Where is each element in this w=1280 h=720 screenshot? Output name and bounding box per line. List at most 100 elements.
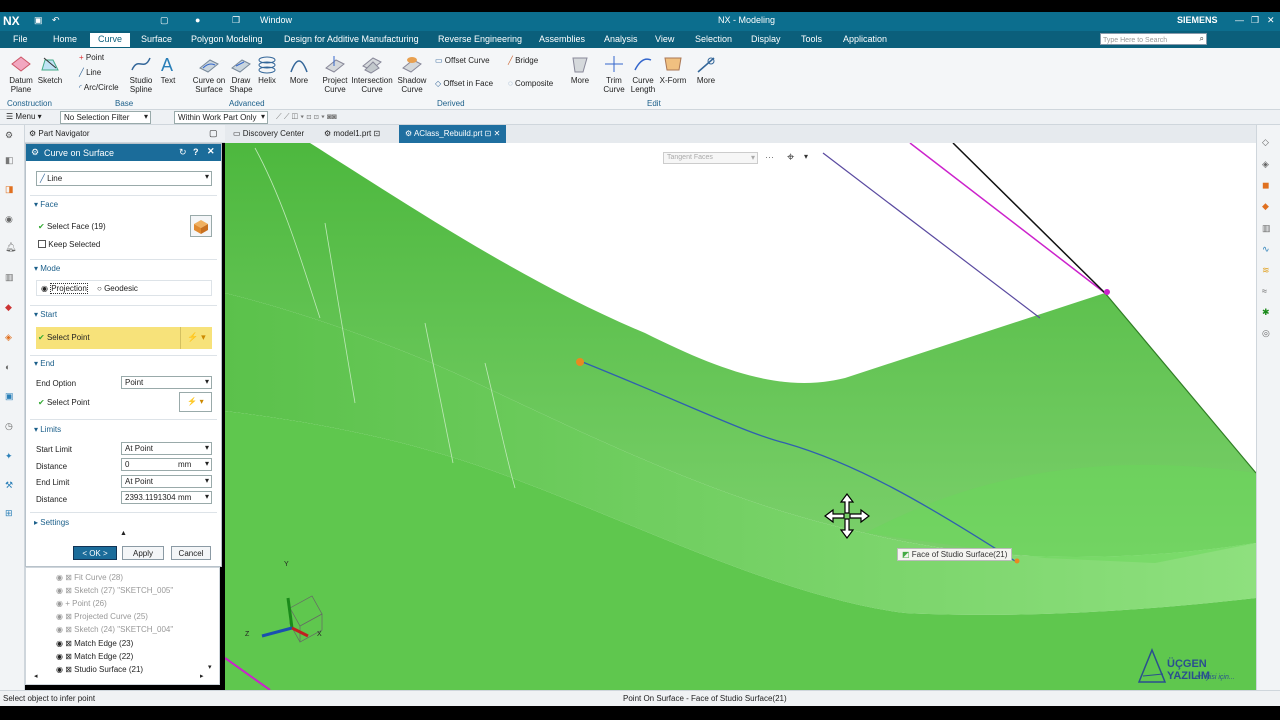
dialog-close-icon[interactable]: ✕ — [207, 146, 215, 157]
apply-button[interactable]: Apply — [122, 546, 164, 560]
reuse-library-icon[interactable]: ▥ — [5, 272, 19, 286]
menu-reverse-engineering[interactable]: Reverse Engineering — [438, 34, 522, 44]
menu-button[interactable]: ☰ Menu ▾ — [6, 112, 42, 121]
model-canvas[interactable] — [225, 143, 1256, 690]
minimize-icon[interactable]: — — [1235, 15, 1244, 25]
arc-circle-button[interactable]: ◜ Arc/Circle — [79, 83, 119, 92]
curve-analysis-icon[interactable]: ∿ — [1262, 244, 1276, 258]
menu-polygon-modeling[interactable]: Polygon Modeling — [191, 34, 263, 44]
list-item[interactable]: ◉ ⊠ Sketch (27) "SKETCH_005" — [56, 586, 173, 595]
undo-icon[interactable]: ↶ — [52, 15, 60, 26]
geodesic-radio[interactable]: ○ Geodesic — [97, 284, 138, 293]
offset-in-face-button[interactable]: ◇ Offset in Face — [435, 79, 493, 88]
face-select-button[interactable] — [190, 215, 212, 237]
search-input[interactable]: Type Here to Search — [1101, 37, 1167, 44]
point-button[interactable]: + Point — [79, 53, 104, 62]
intersection-curve-button[interactable]: Intersection Curve — [350, 54, 394, 94]
line-button[interactable]: ╱ Line — [79, 68, 101, 77]
mic-icon[interactable]: ● — [195, 15, 200, 25]
save-icon[interactable]: ▣ — [34, 15, 43, 26]
end-limit-dropdown[interactable]: At Point — [121, 475, 212, 488]
search-icon[interactable]: ⌕ — [1200, 34, 1204, 44]
graphics-window[interactable]: Y Z X Tangent Faces ⋯ ⌖ ▾ ◩ Face of Stud… — [225, 143, 1256, 690]
settings-icon[interactable]: ⚙ — [5, 130, 19, 144]
end-option-dropdown[interactable]: Point — [121, 376, 212, 389]
shaded-icon[interactable]: ◼ — [1262, 180, 1276, 194]
alert-icon[interactable]: 🔔︎ — [5, 242, 19, 256]
end-distance-input[interactable]: 2393.1191304 mm — [121, 491, 212, 504]
hd3d-icon[interactable]: ◆ — [5, 302, 19, 316]
part-navigator-title[interactable]: ⚙ Part Navigator — [29, 129, 90, 138]
select-face-row[interactable]: ✔ Select Face (19) — [38, 222, 106, 231]
constraint-navigator-icon[interactable]: ◉ — [5, 214, 19, 228]
snap-point-icon[interactable]: ⌖ — [787, 149, 794, 165]
list-item[interactable]: ◉ + Point (26) — [56, 599, 107, 608]
start-select-point-row[interactable]: ✔ Select Point ⚡ ▾ — [36, 327, 212, 349]
reflection-icon[interactable]: ≈ — [1262, 286, 1276, 300]
project-curve-button[interactable]: Project Curve — [320, 54, 350, 94]
mode-section[interactable]: ▾ Mode — [34, 264, 60, 273]
menu-analysis[interactable]: Analysis — [604, 34, 638, 44]
limits-section[interactable]: ▾ Limits — [34, 425, 61, 434]
point-dialog-icon[interactable]: ⚡ ▾ — [180, 327, 212, 349]
view-orient-icon[interactable]: ◇ — [1262, 137, 1276, 151]
window-menu[interactable]: Window — [260, 15, 292, 25]
menu-tools[interactable]: Tools — [801, 34, 822, 44]
cancel-button[interactable]: Cancel — [171, 546, 211, 560]
list-item[interactable]: ◉ ⊠ Sketch (24) "SKETCH_004" — [56, 625, 173, 634]
section-icon[interactable]: ▥ — [1262, 223, 1276, 237]
roles-icon[interactable]: ✦ — [5, 451, 19, 465]
menu-assemblies[interactable]: Assemblies — [539, 34, 585, 44]
sketch-button[interactable]: Sketch — [36, 54, 64, 85]
help-icon[interactable]: ? — [193, 147, 199, 157]
scroll-down-icon[interactable]: ▾ — [208, 663, 212, 671]
clock-icon[interactable]: ◷ — [5, 421, 19, 435]
start-select-point[interactable]: ✔ Select Point — [38, 333, 90, 342]
scroll-left-icon[interactable]: ◂ — [34, 672, 38, 680]
edges-icon[interactable]: ◆ — [1262, 201, 1276, 215]
composite-button[interactable]: ◌ Composite — [508, 79, 553, 88]
reuse-icon[interactable]: ⚒ — [5, 480, 19, 494]
maximize-icon[interactable]: ▢ — [209, 128, 218, 139]
tab-aclass-rebuild[interactable]: ⚙ AClass_Rebuild.prt ⊡ ✕ — [399, 125, 507, 143]
settings-section[interactable]: ▸ Settings — [34, 518, 69, 527]
curve-on-surface-button[interactable]: Curve on Surface — [191, 54, 227, 94]
end-section[interactable]: ▾ End — [34, 359, 54, 368]
list-item[interactable]: ◉ ⊠ Match Edge (23) — [56, 639, 133, 648]
zebra-icon[interactable]: ≋ — [1262, 265, 1276, 279]
shadow-curve-button[interactable]: Shadow Curve — [396, 54, 428, 94]
part-navigator-icon[interactable]: ◧ — [5, 155, 19, 169]
reset-icon[interactable]: ↻ — [179, 147, 187, 158]
viewport-more-icon[interactable]: ⋯ — [765, 152, 774, 163]
menu-file[interactable]: File — [13, 34, 28, 44]
face-rule-dropdown[interactable]: Tangent Faces — [663, 152, 758, 164]
menu-surface[interactable]: Surface — [141, 34, 172, 44]
start-section[interactable]: ▾ Start — [34, 310, 57, 319]
type-dropdown[interactable]: ╱ Line — [36, 171, 212, 186]
system-materials-icon[interactable]: ▣ — [5, 391, 19, 405]
curve-length-button[interactable]: Curve Length — [629, 54, 657, 94]
list-item[interactable]: ◉ ⊠ Studio Surface (21) — [56, 665, 143, 674]
fit-view-icon[interactable]: ◈ — [1262, 159, 1276, 173]
more-edit-button[interactable]: More — [692, 54, 720, 85]
more-derived-button[interactable]: More — [568, 54, 592, 85]
menu-view[interactable]: View — [655, 34, 674, 44]
keep-selected-checkbox[interactable]: Keep Selected — [38, 240, 100, 249]
start-distance-input[interactable]: 0 mm — [121, 458, 212, 471]
close-icon[interactable]: ✕ — [1267, 15, 1275, 26]
menu-application[interactable]: Application — [843, 34, 887, 44]
web-browser-icon[interactable]: ◈ — [5, 332, 19, 346]
list-item[interactable]: ◉ ⊠ Match Edge (22) — [56, 652, 133, 661]
menu-dfam[interactable]: Design for Additive Manufacturing — [284, 34, 419, 44]
trim-curve-button[interactable]: Trim Curve — [600, 54, 628, 94]
scope-dropdown[interactable]: Within Work Part Only — [174, 111, 268, 124]
ok-button[interactable]: < OK > — [73, 546, 117, 560]
search-box[interactable]: Type Here to Search ⌕ — [1100, 33, 1207, 45]
gaussian-icon[interactable]: ◎ — [1262, 328, 1276, 342]
face-section[interactable]: ▾ Face — [34, 200, 58, 209]
tab-model1[interactable]: ⚙ model1.prt ⊡ — [318, 125, 386, 143]
snap-tools[interactable]: ⟋ ⟋ ◫ ▾ ⊡ ⊡ ▾ ◙◙ — [276, 112, 337, 122]
end-select-point[interactable]: ✔ Select Point — [38, 398, 90, 407]
helix-button[interactable]: Helix — [256, 54, 278, 85]
studio-spline-button[interactable]: Studio Spline — [126, 54, 156, 94]
